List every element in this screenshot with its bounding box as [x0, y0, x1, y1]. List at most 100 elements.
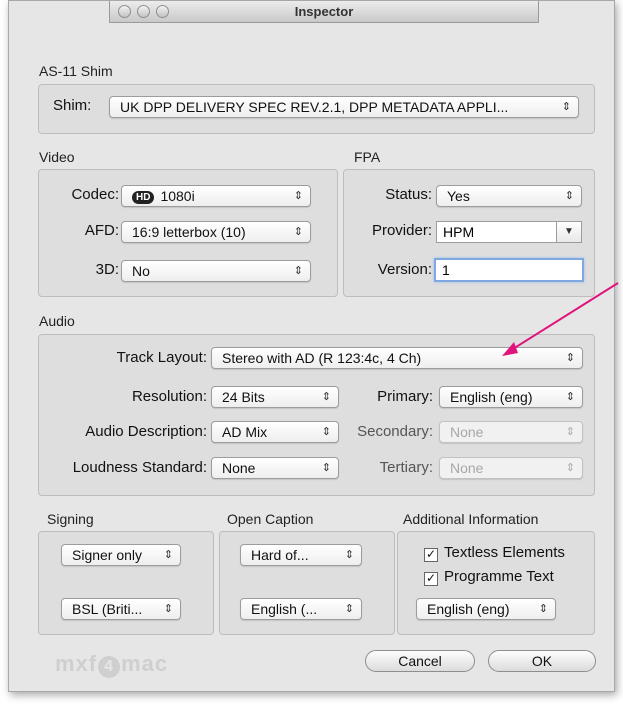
signing-section-label: Signing: [47, 511, 94, 527]
cancel-button[interactable]: Cancel: [365, 650, 475, 672]
provider-combobox[interactable]: HPM ▼: [436, 221, 582, 243]
popup-arrows-icon: ⇕: [564, 190, 574, 202]
logo-suffix: mac: [121, 651, 169, 676]
resolution-popup[interactable]: 24 Bits ⇕: [211, 386, 339, 408]
tertiary-value: None: [450, 460, 484, 476]
title-bar[interactable]: Inspector: [109, 1, 539, 23]
threed-popup[interactable]: No ⇕: [121, 260, 311, 282]
popup-arrows-icon: ⇕: [565, 462, 575, 474]
resolution-value: 24 Bits: [222, 389, 265, 405]
combo-arrow-icon[interactable]: ▼: [556, 222, 581, 242]
audio-description-label: Audio Description:: [85, 423, 207, 440]
version-value: 1: [442, 262, 450, 278]
status-label: Status:: [385, 186, 432, 203]
tertiary-label: Tertiary:: [379, 459, 433, 476]
logo-digit: 4: [98, 656, 121, 678]
loudness-standard-popup[interactable]: None ⇕: [211, 457, 339, 479]
status-value: Yes: [447, 188, 470, 204]
additional-language-popup[interactable]: English (eng) ⇕: [416, 598, 556, 620]
open-caption-language-popup[interactable]: English (... ⇕: [240, 598, 362, 620]
signing-language-popup[interactable]: BSL (Briti... ⇕: [61, 598, 181, 620]
additional-info-section-label: Additional Information: [403, 511, 539, 527]
as11-section-label: AS-11 Shim: [39, 63, 113, 79]
popup-arrows-icon: ⇕: [344, 549, 354, 561]
track-layout-label: Track Layout:: [116, 349, 207, 366]
signing-group: Signer only ⇕ BSL (Briti... ⇕: [38, 531, 214, 635]
popup-arrows-icon: ⇕: [561, 101, 571, 113]
afd-popup[interactable]: 16:9 letterbox (10) ⇕: [121, 221, 311, 243]
open-caption-group: Hard of... ⇕ English (... ⇕: [219, 531, 395, 635]
open-caption-language-value: English (...: [251, 601, 318, 617]
popup-arrows-icon: ⇕: [344, 603, 354, 615]
primary-value: English (eng): [450, 389, 533, 405]
open-caption-type-popup[interactable]: Hard of... ⇕: [240, 544, 362, 566]
popup-arrows-icon: ⇕: [293, 190, 303, 202]
popup-arrows-icon: ⇕: [321, 391, 331, 403]
shim-value: UK DPP DELIVERY SPEC REV.2.1, DPP METADA…: [120, 99, 509, 115]
status-popup[interactable]: Yes ⇕: [436, 185, 582, 207]
textless-elements-checkbox[interactable]: ✓ Textless Elements: [424, 544, 565, 562]
signing-language-value: BSL (Briti...: [72, 601, 143, 617]
popup-arrows-icon: ⇕: [565, 352, 575, 364]
track-layout-popup[interactable]: Stereo with AD (R 123:4c, 4 Ch) ⇕: [211, 347, 583, 369]
popup-arrows-icon: ⇕: [293, 226, 303, 238]
fpa-section-label: FPA: [354, 149, 381, 165]
video-section-label: Video: [39, 149, 75, 165]
mxf4mac-logo: mxf 4 mac: [55, 651, 168, 678]
check-icon: ✓: [424, 571, 438, 586]
textless-elements-label: Textless Elements: [444, 544, 565, 561]
primary-popup[interactable]: English (eng) ⇕: [439, 386, 583, 408]
audio-description-popup[interactable]: AD Mix ⇕: [211, 421, 339, 443]
codec-value: 1080i: [160, 188, 195, 204]
version-label: Version:: [377, 261, 432, 278]
afd-value: 16:9 letterbox (10): [132, 224, 246, 240]
hd-badge-icon: HD: [132, 191, 155, 204]
provider-value: HPM: [443, 224, 475, 240]
tertiary-popup[interactable]: None ⇕: [439, 457, 583, 479]
resolution-label: Resolution:: [131, 388, 207, 405]
screenshot-canvas: Inspector AS-11 Shim Shim: UK DPP DELIVE…: [0, 0, 623, 704]
programme-text-label: Programme Text: [444, 568, 554, 585]
popup-arrows-icon: ⇕: [321, 426, 331, 438]
ok-button[interactable]: OK: [488, 650, 596, 672]
check-icon: ✓: [424, 547, 438, 562]
logo-prefix: mxf: [55, 651, 98, 676]
provider-label: Provider:: [371, 222, 432, 239]
signing-type-popup[interactable]: Signer only ⇕: [61, 544, 181, 566]
audio-group: Track Layout: Stereo with AD (R 123:4c, …: [38, 334, 595, 496]
fpa-group: Status: Yes ⇕ Provider: HPM ▼ Version: 1: [343, 169, 595, 297]
codec-popup[interactable]: HD 1080i ⇕: [121, 185, 311, 207]
programme-text-checkbox[interactable]: ✓ Programme Text: [424, 568, 554, 586]
additional-language-value: English (eng): [427, 601, 510, 617]
inspector-window: Inspector AS-11 Shim Shim: UK DPP DELIVE…: [8, 0, 615, 692]
video-group: Codec: HD 1080i ⇕ AFD: 16:9 letterbox (10…: [38, 169, 338, 297]
popup-arrows-icon: ⇕: [565, 426, 575, 438]
audio-section-label: Audio: [39, 313, 75, 329]
secondary-label: Secondary:: [357, 423, 433, 440]
as11-group: Shim: UK DPP DELIVERY SPEC REV.2.1, DPP …: [38, 84, 595, 134]
threed-value: No: [132, 263, 150, 279]
track-layout-value: Stereo with AD (R 123:4c, 4 Ch): [222, 350, 422, 366]
popup-arrows-icon: ⇕: [163, 603, 173, 615]
popup-arrows-icon: ⇕: [565, 391, 575, 403]
popup-arrows-icon: ⇕: [163, 549, 173, 561]
popup-arrows-icon: ⇕: [538, 603, 548, 615]
loudness-standard-value: None: [222, 460, 256, 476]
version-field[interactable]: 1: [434, 258, 584, 282]
additional-info-group: ✓ Textless Elements ✓ Programme Text Engli…: [397, 531, 595, 635]
threed-label: 3D:: [95, 261, 119, 278]
secondary-popup[interactable]: None ⇕: [439, 421, 583, 443]
popup-arrows-icon: ⇕: [293, 265, 303, 277]
window-title: Inspector: [294, 4, 354, 19]
audio-description-value: AD Mix: [222, 424, 268, 440]
shim-popup[interactable]: UK DPP DELIVERY SPEC REV.2.1, DPP METADA…: [109, 96, 579, 118]
codec-label: Codec:: [71, 186, 119, 203]
signing-type-value: Signer only: [72, 547, 143, 563]
open-caption-section-label: Open Caption: [227, 511, 314, 527]
afd-label: AFD:: [84, 222, 119, 239]
secondary-value: None: [450, 424, 484, 440]
shim-label: Shim:: [53, 97, 92, 114]
primary-label: Primary:: [377, 388, 433, 405]
loudness-standard-label: Loudness Standard:: [72, 459, 207, 476]
popup-arrows-icon: ⇕: [321, 462, 331, 474]
